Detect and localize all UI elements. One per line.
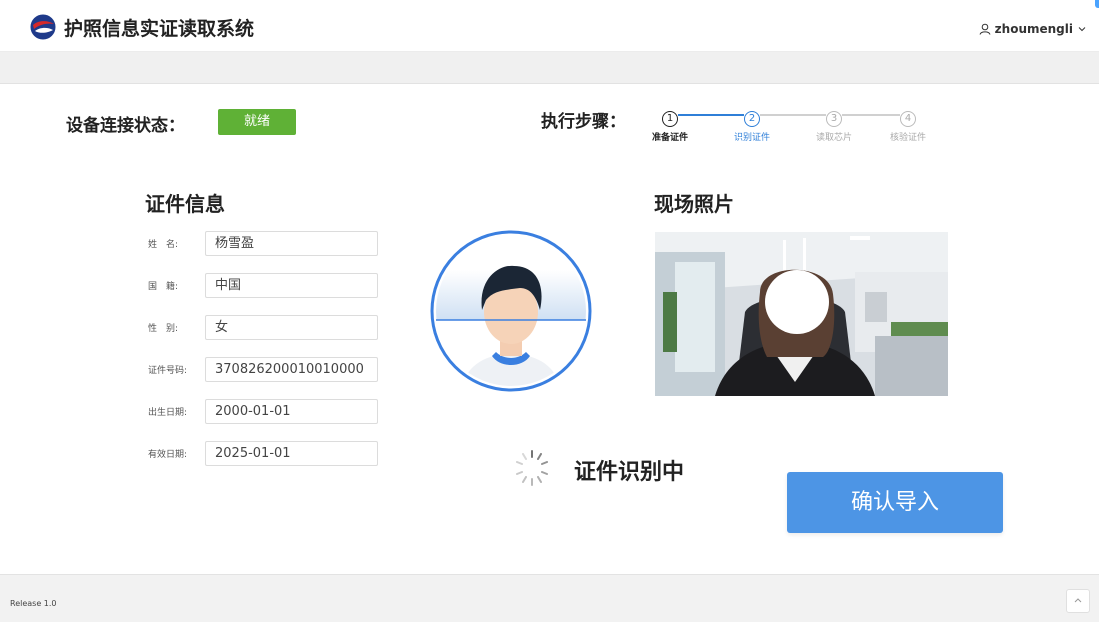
step-1-number: 1 [662, 111, 678, 127]
id-number-field[interactable]: 370826200010010000 [205, 357, 378, 382]
id-info-title: 证件信息 [145, 192, 225, 216]
photo-title: 现场照片 [654, 192, 734, 216]
avatar-scan-icon [430, 230, 592, 392]
app-page: 护照信息实证读取系统 zhoumengli 设备连接状态： 就绪 执行步骤： 1… [0, 0, 1099, 622]
nationality-field[interactable]: 中国 [205, 273, 378, 298]
step-4-number: 4 [900, 111, 916, 127]
field-expiry-date-label: 有效日期: [148, 450, 188, 460]
step-3-number: 3 [826, 111, 842, 127]
app-header: 护照信息实证读取系统 zhoumengli [0, 0, 1099, 52]
step-4-label: 核验证件 [889, 133, 926, 143]
step-3-label: 读取芯片 [815, 133, 852, 143]
app-footer: Release 1.0 [0, 574, 1099, 622]
field-name-label: 姓 名: [148, 240, 179, 250]
field-id-number-label: 证件号码: [148, 366, 188, 376]
user-menu[interactable]: zhoumengli [979, 22, 1087, 36]
birth-date-field[interactable]: 2000-01-01 [205, 399, 378, 424]
release-version: Release 1.0 [10, 599, 57, 608]
gender-field[interactable]: 女 [205, 315, 378, 340]
expiry-date-field[interactable]: 2025-01-01 [205, 441, 378, 466]
chevron-up-icon [1074, 598, 1082, 603]
chevron-down-icon [1078, 27, 1086, 32]
step-1-label: 准备证件 [651, 133, 688, 143]
field-gender-label: 性 别: [148, 324, 179, 334]
step-2-label: 识别证件 [733, 133, 770, 143]
user-icon [979, 23, 991, 35]
name-field[interactable]: 杨雪盈 [205, 231, 378, 256]
step-4: 4 核验证件 [878, 106, 938, 143]
username: zhoumengli [994, 22, 1073, 36]
device-status-label: 设备连接状态： [66, 116, 185, 136]
step-2: 2 识别证件 [722, 106, 782, 143]
step-1: 1 准备证件 [640, 106, 700, 143]
confirm-import-button[interactable]: 确认导入 [787, 472, 1003, 533]
recognition-status-text: 证件识别中 [574, 460, 685, 485]
app-logo-icon [30, 14, 56, 40]
loading-spinner-icon [516, 450, 548, 486]
steps-label: 执行步骤： [541, 112, 626, 132]
corner-indicator [1095, 0, 1099, 8]
field-nationality-label: 国 籍: [148, 282, 179, 292]
step-indicator: 1 准备证件 2 识别证件 3 读取芯片 4 核验证件 [640, 106, 960, 146]
live-photo [655, 232, 948, 396]
app-title: 护照信息实证读取系统 [64, 18, 255, 40]
status-badge: 就绪 [218, 109, 296, 135]
scroll-to-top-button[interactable] [1066, 589, 1090, 613]
step-3: 3 读取芯片 [804, 106, 864, 143]
sub-toolbar [0, 52, 1099, 84]
step-2-number: 2 [744, 111, 760, 127]
field-birth-date-label: 出生日期: [148, 408, 188, 418]
